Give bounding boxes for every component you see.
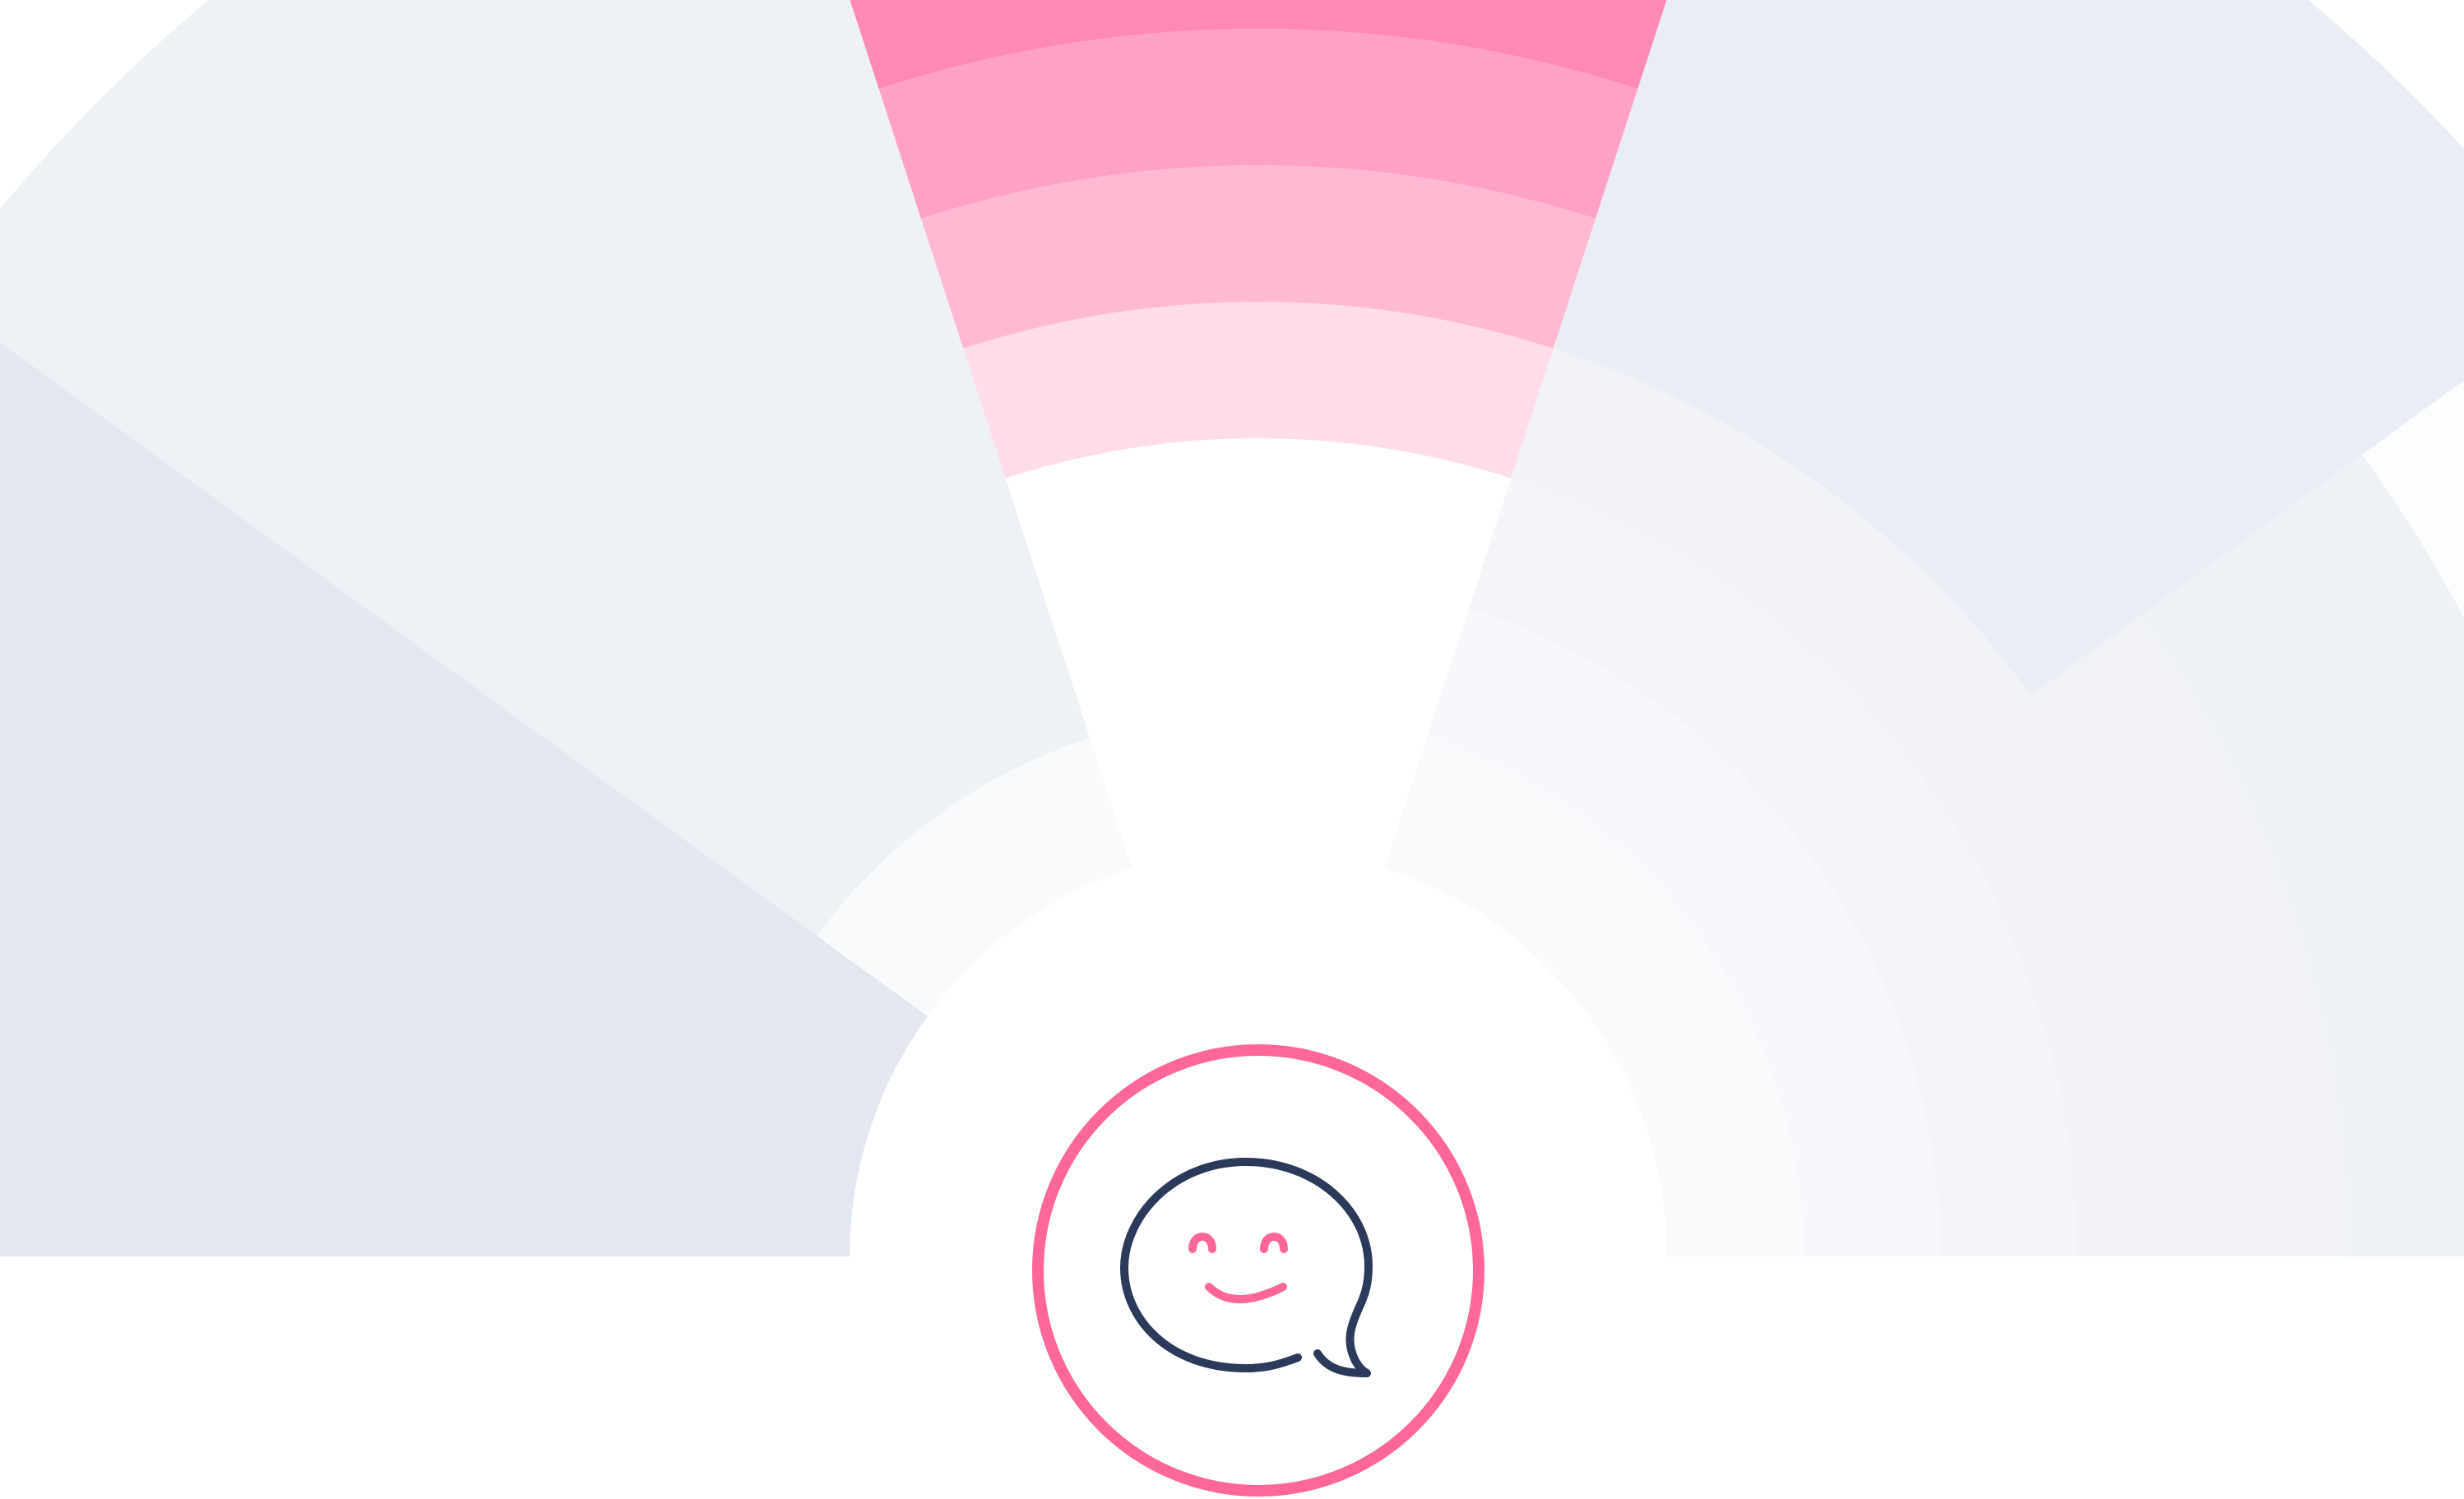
- radial-chart: [0, 0, 2464, 1499]
- sector-3-band-4: [963, 301, 1554, 479]
- badge-ring: [1032, 1044, 1484, 1497]
- center-badge: [1032, 1044, 1484, 1497]
- radial-chart-svg: [0, 0, 2464, 1499]
